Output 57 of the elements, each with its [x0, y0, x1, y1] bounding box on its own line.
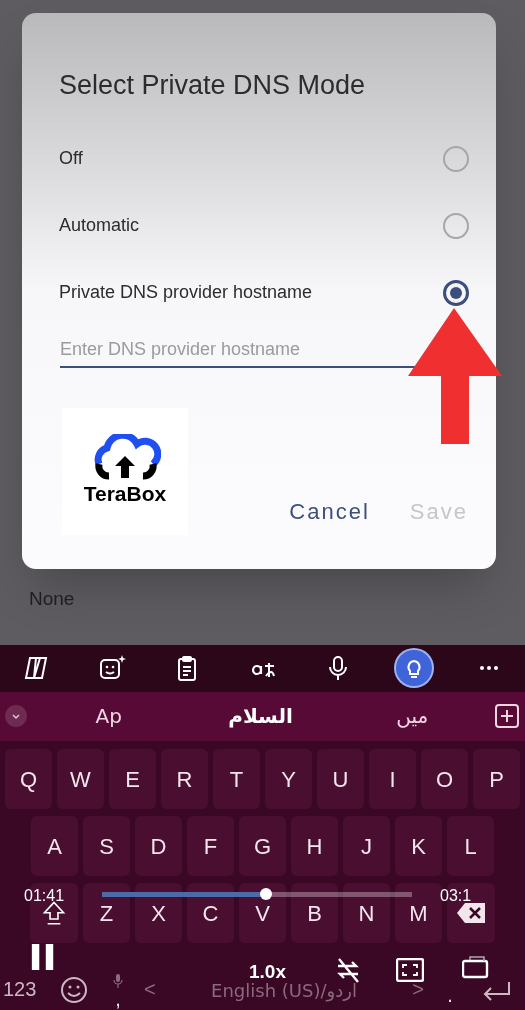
- key[interactable]: V: [239, 883, 286, 943]
- key[interactable]: H: [291, 816, 338, 876]
- fullscreen-icon[interactable]: [396, 958, 424, 982]
- radio-button[interactable]: [443, 145, 469, 172]
- radio-button[interactable]: [443, 212, 469, 239]
- key[interactable]: X: [135, 883, 182, 943]
- key[interactable]: L: [447, 816, 494, 876]
- option-label: Off: [59, 147, 83, 170]
- seek-track[interactable]: [102, 892, 412, 897]
- shift-icon: [42, 899, 66, 927]
- rotate-screen-icon[interactable]: [462, 956, 490, 980]
- dialog-title: Select Private DNS Mode: [59, 69, 366, 102]
- key[interactable]: F: [187, 816, 234, 876]
- key[interactable]: Z: [83, 883, 130, 943]
- suggestion[interactable]: Ap: [95, 701, 122, 732]
- key[interactable]: U: [317, 749, 364, 809]
- dialog-button[interactable]: Cancel: [289, 495, 370, 528]
- key[interactable]: Y: [265, 749, 312, 809]
- key[interactable]: E: [109, 749, 156, 809]
- microphone-icon: [113, 974, 123, 988]
- key[interactable]: S: [83, 816, 130, 876]
- key[interactable]: N: [343, 883, 390, 943]
- radio-button[interactable]: [443, 279, 469, 306]
- backspace-icon: [455, 901, 487, 925]
- suggestion[interactable]: السلام: [228, 701, 293, 732]
- key[interactable]: I: [369, 749, 416, 809]
- add-icon[interactable]: [494, 703, 520, 730]
- key[interactable]: G: [239, 816, 286, 876]
- space-bar-label[interactable]: English (US)/اردو: [211, 977, 357, 1004]
- comma-key[interactable]: ,: [115, 988, 121, 1010]
- suggestion[interactable]: میں: [396, 701, 429, 732]
- period-key[interactable]: .: [435, 950, 465, 1010]
- option-label: Private DNS provider hostname: [59, 281, 313, 304]
- next-language-arrow[interactable]: >: [412, 974, 424, 1004]
- key[interactable]: C: [187, 883, 234, 943]
- key[interactable]: J: [343, 816, 390, 876]
- emoji-icon[interactable]: [60, 976, 88, 1004]
- logo-text: TeraBox: [83, 480, 167, 507]
- key[interactable]: K: [395, 816, 442, 876]
- key[interactable]: T: [213, 749, 260, 809]
- key[interactable]: A: [31, 816, 78, 876]
- setting-value: None: [29, 587, 75, 611]
- key[interactable]: O: [421, 749, 468, 809]
- key[interactable]: R: [161, 749, 208, 809]
- collapse-button[interactable]: [5, 705, 27, 728]
- elapsed-time: 01:41: [24, 886, 65, 906]
- key[interactable]: B: [291, 883, 338, 943]
- option-label: Automatic: [59, 214, 140, 237]
- key[interactable]: W: [57, 749, 104, 809]
- key[interactable]: P: [473, 749, 520, 809]
- numbers-key[interactable]: 123: [3, 950, 45, 1010]
- duration-time: 03:1: [440, 886, 472, 906]
- lightbulb-icon[interactable]: [395, 650, 432, 687]
- pause-icon[interactable]: [31, 944, 55, 970]
- key[interactable]: Q: [5, 749, 52, 809]
- previous-language-arrow[interactable]: <: [144, 974, 156, 1004]
- key[interactable]: D: [135, 816, 182, 876]
